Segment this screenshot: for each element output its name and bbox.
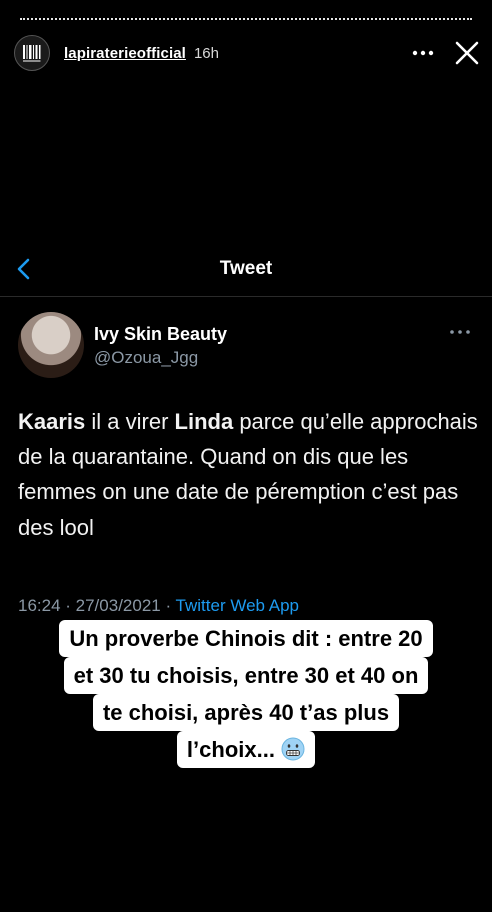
caption-line-4-text: l’choix...: [186, 737, 282, 762]
caption-line-4: l’choix...: [176, 731, 316, 768]
story-username[interactable]: lapiraterieofficial: [64, 45, 186, 62]
story-time: 16h: [193, 44, 219, 62]
grimacing-face-icon: [281, 737, 305, 761]
story-caption: Un proverbe Chinois dit : entre 20 et 30…: [0, 620, 492, 768]
author-handle[interactable]: @Ozoua_Jgg: [94, 348, 198, 368]
tweet-text: Kaaris il a virer Linda parce qu’elle ap…: [18, 404, 478, 545]
tweet-text-mention-1: Kaaris: [18, 409, 86, 434]
close-icon: [455, 41, 479, 65]
tweet-timestamp: 16:24 · 27/03/2021 ·: [18, 596, 176, 615]
tweet-text-mention-2: Linda: [174, 409, 234, 434]
more-horizontal-icon: [412, 50, 434, 56]
profile-avatar[interactable]: [14, 35, 50, 71]
tweet-more-icon[interactable]: [448, 326, 472, 338]
story-header: lapiraterieofficial 16h: [14, 34, 482, 72]
close-button[interactable]: [452, 38, 482, 68]
tweet-nav-bar: Tweet: [0, 250, 492, 297]
tweet-source-link[interactable]: Twitter Web App: [176, 596, 299, 615]
author-avatar[interactable]: [18, 312, 84, 378]
caption-line-3: te choisi, après 40 t’as plus: [92, 694, 400, 731]
more-options-button[interactable]: [408, 38, 438, 68]
tweet-text-part-2: il a virer: [85, 409, 175, 434]
caption-line-1: Un proverbe Chinois dit : entre 20: [59, 620, 433, 657]
author-name[interactable]: Ivy Skin Beauty: [94, 324, 227, 345]
nav-title: Tweet: [219, 258, 273, 279]
caption-line-2: et 30 tu choisis, entre 30 et 40 on: [63, 657, 429, 694]
tweet-author: Ivy Skin Beauty @Ozoua_Jgg: [18, 312, 474, 382]
tweet-meta: 16:24 · 27/03/2021 · Twitter Web App: [18, 596, 299, 616]
story-progress-bar: [20, 18, 472, 20]
barcode-logo-icon: [23, 45, 41, 62]
